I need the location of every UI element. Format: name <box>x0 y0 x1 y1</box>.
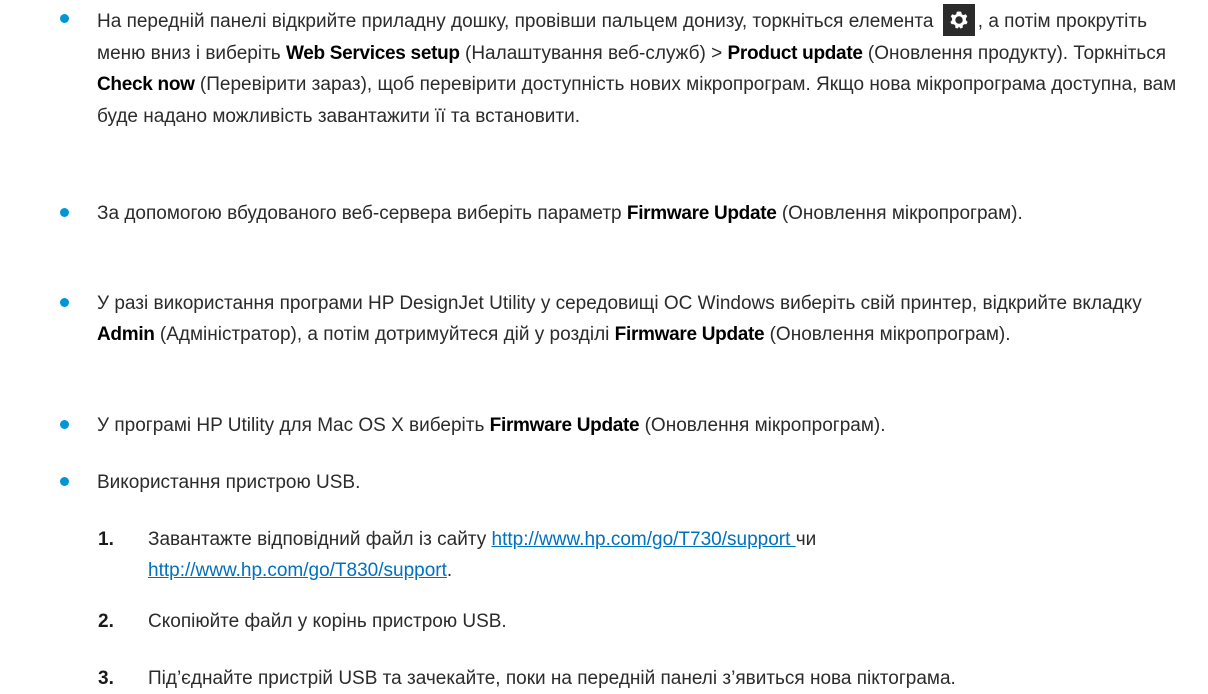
text-run: (Налаштування веб-служб) > <box>459 42 728 64</box>
text-run: У разі використання програми HP DesignJe… <box>97 293 1142 314</box>
text-run: (Оновлення мікропрограм). <box>764 324 1011 345</box>
text-run: (Оновлення мікропрограм). <box>639 415 886 436</box>
step-number: 1. <box>98 529 114 550</box>
bullet-dot <box>60 477 69 486</box>
ui-term: Check now <box>97 74 195 95</box>
step-text: Завантажте відповідний файл із сайту htt… <box>148 524 1198 586</box>
step-text: Під’єднайте пристрій USB та зачекайте, п… <box>148 668 956 689</box>
bullet-text: На передній панелі відкрийте приладну до… <box>97 4 1200 132</box>
bullet-dot <box>60 420 69 429</box>
text-run: (Адміністратор), а потім дотримуйтеся ді… <box>154 324 615 345</box>
bullet-text: У програмі HP Utility для Mac OS X вибер… <box>97 410 1200 441</box>
bullet-dot <box>60 208 69 217</box>
text-run: На передній панелі відкрийте приладну до… <box>97 11 939 32</box>
ui-term: Web Services setup <box>285 42 460 64</box>
ui-term: Firmware Update <box>489 415 640 436</box>
bullet-text: За допомогою вбудованого веб-сервера виб… <box>97 198 1200 229</box>
bullet-dot <box>60 298 69 307</box>
bullet-text: У разі використання програми HP DesignJe… <box>97 288 1200 350</box>
support-link-t830[interactable]: http://www.hp.com/go/T830/support <box>148 560 447 581</box>
ui-term: Firmware Update <box>626 203 777 224</box>
text-run: чи <box>795 529 817 550</box>
text-run: (Оновлення мікропрограм). <box>776 203 1023 224</box>
gear-icon <box>942 4 975 36</box>
step-number: 3. <box>98 668 114 689</box>
text-run: . <box>446 560 453 581</box>
ui-term: Firmware Update <box>614 324 765 345</box>
ui-term: Admin <box>97 324 155 345</box>
step-text: Скопіюйте файл у корінь пристрою USB. <box>148 611 507 632</box>
step-number: 2. <box>98 611 114 632</box>
bullet-dot <box>60 14 69 23</box>
text-run: У програмі HP Utility для Mac OS X вибер… <box>97 415 490 436</box>
ui-term: Product update <box>727 42 863 64</box>
text-run: (Оновлення продукту). Торкніться <box>862 42 1167 64</box>
text-run: (Перевірити зараз), щоб перевірити досту… <box>97 74 1177 127</box>
bullet-text: Використання пристрою USB. <box>97 472 361 493</box>
text-run: Завантажте відповідний файл із сайту <box>148 529 492 550</box>
text-run: За допомогою вбудованого веб-сервера виб… <box>97 203 627 224</box>
support-link-t730[interactable]: http://www.hp.com/go/T730/support <box>492 529 796 550</box>
